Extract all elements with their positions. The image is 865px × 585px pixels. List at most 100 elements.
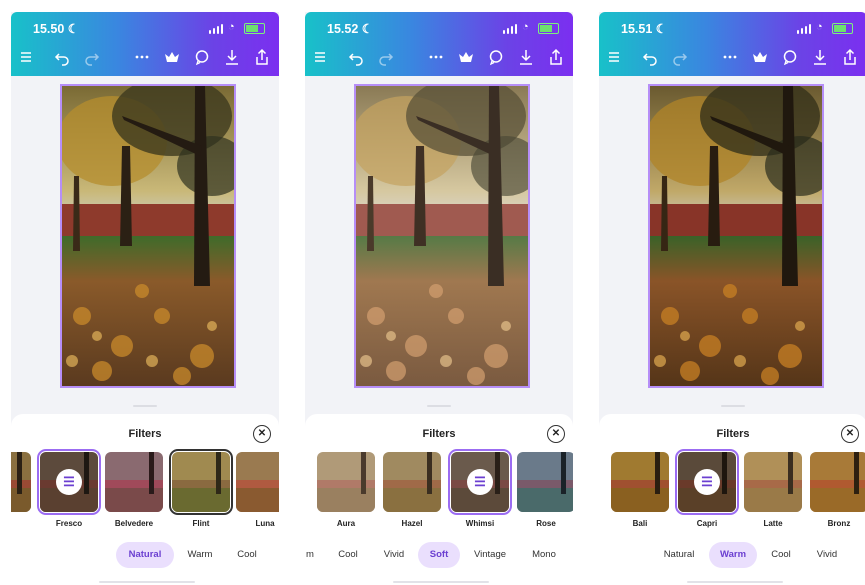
tab-mono[interactable]: Mono xyxy=(526,542,562,568)
signal-icon xyxy=(503,23,517,34)
menu-icon[interactable] xyxy=(309,46,331,68)
filters-title: Filters xyxy=(422,428,456,440)
filter-thumb[interactable]: Hazel xyxy=(383,452,441,528)
tab-cool[interactable]: Cool xyxy=(229,542,265,568)
filters-panel: Filters ✕ ☰ Fresco Belvedere Flint Luna … xyxy=(11,414,279,585)
filter-thumb[interactable]: Belvedere xyxy=(105,452,163,528)
autumn-tree-photo xyxy=(62,86,234,386)
filter-carousel[interactable]: ☰ Fresco Belvedere Flint Luna xyxy=(11,449,279,532)
status-icons: ◔ xyxy=(797,21,853,34)
tab-warm[interactable]: Warm xyxy=(709,542,757,568)
share-icon[interactable] xyxy=(251,46,273,68)
tab-warm[interactable]: Warm xyxy=(179,542,221,568)
download-icon[interactable] xyxy=(809,46,831,68)
scroll-indicator xyxy=(721,405,745,407)
status-bar: 15.52 ☾ ◔ xyxy=(327,21,559,37)
filter-category-tabs: Natural Warm Cool xyxy=(11,542,279,568)
filter-category-tabs: m Cool Vivid Soft Vintage Mono xyxy=(305,542,573,568)
photo-canvas[interactable] xyxy=(648,84,824,388)
tab-natural[interactable]: Natural xyxy=(116,542,174,568)
editor-top-bar: 15.51 ☾ ◔ xyxy=(599,12,865,76)
share-icon[interactable] xyxy=(545,46,567,68)
tab-natural[interactable]: Natural xyxy=(657,542,701,568)
filters-panel: Filters ✕ Aura Hazel ☰ Whimsi Rose m Coo… xyxy=(305,414,573,585)
autumn-tree-photo xyxy=(650,86,822,386)
status-icons: ◔ xyxy=(503,21,559,34)
filter-thumb[interactable]: Flint xyxy=(169,449,233,528)
filter-thumb[interactable]: Latte xyxy=(744,452,802,528)
undo-icon[interactable] xyxy=(51,46,73,68)
download-icon[interactable] xyxy=(515,46,537,68)
crown-icon[interactable] xyxy=(455,46,477,68)
close-filters-button[interactable]: ✕ xyxy=(547,425,565,443)
filter-preview xyxy=(611,452,669,512)
filter-label: Rose xyxy=(536,519,556,528)
menu-icon[interactable] xyxy=(603,46,625,68)
status-bar: 15.50 ☾ ◔ xyxy=(33,21,265,37)
filter-thumb-selected[interactable]: ☰ Fresco xyxy=(37,449,101,528)
status-time: 15.50 ☾ xyxy=(33,22,79,36)
tab-partial[interactable] xyxy=(857,542,865,568)
tab-soft[interactable]: Soft xyxy=(418,542,460,568)
comment-icon[interactable] xyxy=(779,46,801,68)
close-filters-button[interactable]: ✕ xyxy=(253,425,271,443)
filter-thumb-selected[interactable]: ☰ Whimsi xyxy=(448,449,512,528)
adjust-sliders-icon[interactable]: ☰ xyxy=(56,469,82,495)
status-bar: 15.51 ☾ ◔ xyxy=(621,21,853,37)
comment-icon[interactable] xyxy=(485,46,507,68)
editor-top-bar: 15.52 ☾ ◔ xyxy=(305,12,573,76)
filter-thumb[interactable]: Aura xyxy=(317,452,375,528)
home-indicator xyxy=(687,581,783,583)
editor-top-bar: 15.50 ☾ ◔ xyxy=(11,12,279,76)
tab-cool[interactable]: Cool xyxy=(765,542,797,568)
adjust-sliders-icon[interactable]: ☰ xyxy=(467,469,493,495)
filter-preview xyxy=(517,452,573,512)
photo-canvas[interactable] xyxy=(354,84,530,388)
tab-partial[interactable]: m xyxy=(305,542,317,568)
filter-thumb[interactable]: Luna xyxy=(236,452,279,528)
more-icon[interactable] xyxy=(425,46,447,68)
filter-carousel[interactable]: Bali ☰ Capri Latte Bronz xyxy=(599,449,865,532)
crown-icon[interactable] xyxy=(749,46,771,68)
filter-preview xyxy=(236,452,279,512)
tab-vintage[interactable]: Vintage xyxy=(468,542,512,568)
redo-icon[interactable] xyxy=(669,46,691,68)
home-indicator xyxy=(99,581,195,583)
signal-icon xyxy=(797,23,811,34)
share-icon[interactable] xyxy=(839,46,861,68)
filter-thumb[interactable]: Bronz xyxy=(810,452,865,528)
filter-carousel[interactable]: Aura Hazel ☰ Whimsi Rose xyxy=(305,449,573,532)
scroll-indicator xyxy=(427,405,451,407)
tab-vivid[interactable]: Vivid xyxy=(379,542,409,568)
menu-icon[interactable] xyxy=(15,46,37,68)
filter-thumb[interactable]: Bali xyxy=(611,452,669,528)
filters-panel: Filters ✕ Bali ☰ Capri Latte Bronz Natur… xyxy=(599,414,865,585)
undo-icon[interactable] xyxy=(345,46,367,68)
filter-thumb[interactable]: Rose xyxy=(517,452,573,528)
redo-icon[interactable] xyxy=(81,46,103,68)
more-icon[interactable] xyxy=(131,46,153,68)
tab-cool[interactable]: Cool xyxy=(333,542,363,568)
crown-icon[interactable] xyxy=(161,46,183,68)
close-filters-button[interactable]: ✕ xyxy=(841,425,859,443)
editor-toolbar xyxy=(305,46,573,68)
tab-vivid[interactable]: Vivid xyxy=(811,542,843,568)
comment-icon[interactable] xyxy=(191,46,213,68)
more-icon[interactable] xyxy=(719,46,741,68)
filters-title: Filters xyxy=(716,428,750,440)
phone-screen-2: 15.52 ☾ ◔ Filters ✕ Aura Hazel ☰ Whimsi … xyxy=(305,12,573,585)
battery-icon xyxy=(538,23,559,34)
filter-preview xyxy=(11,452,31,512)
filter-thumb[interactable] xyxy=(11,452,31,516)
filter-thumb-selected[interactable]: ☰ Capri xyxy=(675,449,739,528)
editor-toolbar xyxy=(11,46,279,68)
filter-label: Hazel xyxy=(401,519,423,528)
status-time: 15.52 ☾ xyxy=(327,22,373,36)
download-icon[interactable] xyxy=(221,46,243,68)
status-time: 15.51 ☾ xyxy=(621,22,667,36)
filter-preview xyxy=(169,449,233,515)
adjust-sliders-icon[interactable]: ☰ xyxy=(694,469,720,495)
undo-icon[interactable] xyxy=(639,46,661,68)
photo-canvas[interactable] xyxy=(60,84,236,388)
redo-icon[interactable] xyxy=(375,46,397,68)
